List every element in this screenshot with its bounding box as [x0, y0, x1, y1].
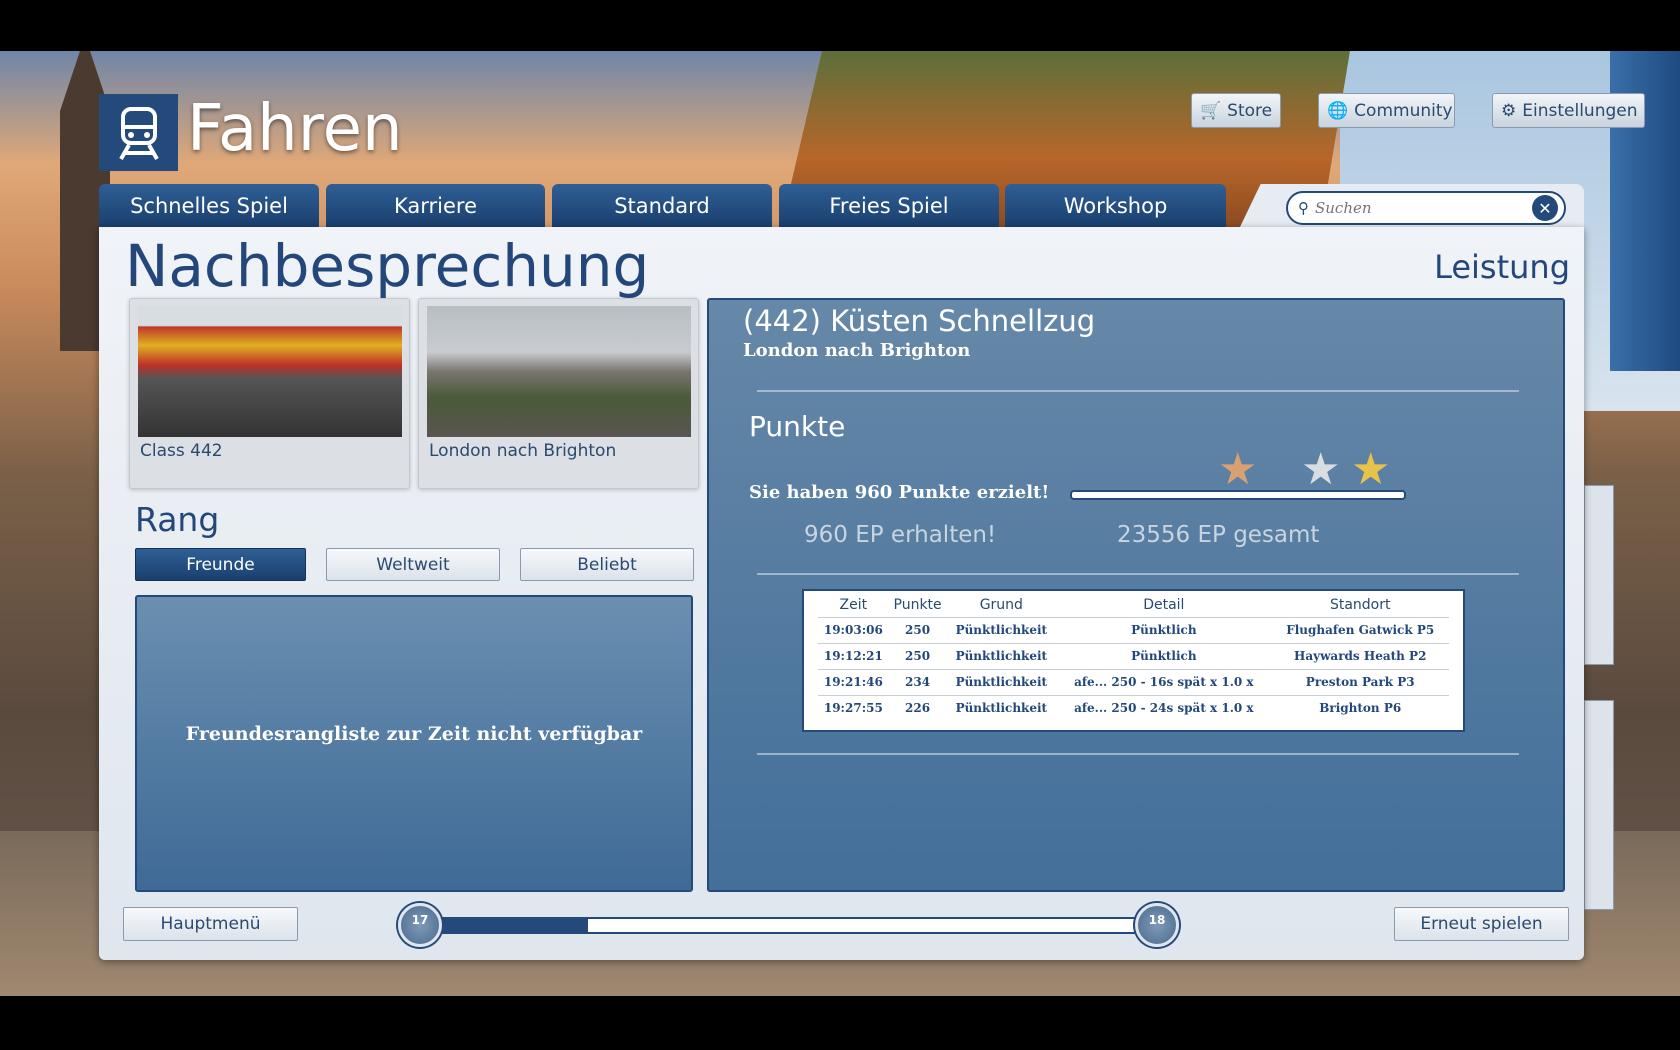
table-row: 19:03:06 250 Pünktlichkeit Pünktlich Flughaf…	[818, 616, 1449, 643]
level-progress-bar	[440, 917, 1137, 934]
table-cell: Pünktlich	[1056, 642, 1272, 669]
rank-friends-button[interactable]: Freunde	[135, 548, 306, 581]
table-cell: Preston Park P3	[1271, 668, 1449, 695]
settings-button[interactable]: ⚙ Einstellungen	[1492, 93, 1645, 128]
store-button[interactable]: 🛒 Store	[1191, 93, 1281, 128]
table-cell: 19:12:21	[818, 642, 889, 669]
col-header: Zeit	[839, 596, 868, 613]
rank-popular-button[interactable]: Beliebt	[520, 548, 694, 581]
col-header: Detail	[1143, 596, 1185, 613]
tab-workshop[interactable]: Workshop	[1005, 184, 1226, 227]
train-icon	[99, 94, 178, 171]
table-cell: Pünktlichkeit	[946, 642, 1057, 669]
table-cell: Flughafen Gatwick P5	[1271, 616, 1449, 643]
level-current-badge: 17	[398, 903, 442, 947]
tab-freies-spiel[interactable]: Freies Spiel	[779, 184, 999, 227]
replay-button[interactable]: Erneut spielen	[1394, 907, 1569, 941]
route-image	[427, 306, 691, 437]
silver-star-icon: ★	[1301, 444, 1341, 495]
search-icon: ⚲	[1298, 199, 1309, 217]
table-row: 19:21:46 234 Pünktlichkeit afe... 250 - 16s…	[818, 668, 1449, 695]
col-header: Standort	[1329, 596, 1391, 613]
table-row: 19:27:55 226 Pünktlichkeit afe... 250 - 24s…	[818, 694, 1449, 721]
train-card[interactable]: Class 442	[129, 298, 410, 489]
service-title: (442) Küsten Schnellzug	[743, 304, 1096, 338]
table-cell: Haywards Heath P2	[1271, 642, 1449, 669]
side-card-peek	[1584, 700, 1614, 910]
table-cell: afe... 250 - 24s spät x 1.0 x	[1056, 694, 1272, 721]
search-box: ⚲ ✕	[1286, 191, 1566, 225]
table-cell: Pünktlichkeit	[946, 694, 1057, 721]
table-cell: Pünktlichkeit	[946, 616, 1057, 643]
tab-schnelles-spiel[interactable]: Schnelles Spiel	[99, 184, 319, 227]
main-menu-button[interactable]: Hauptmenü	[123, 907, 298, 941]
table-cell: 234	[888, 668, 947, 695]
card-caption: London nach Brighton	[429, 441, 617, 461]
table-cell: 250	[888, 642, 947, 669]
table-row: 19:12:21 250 Pünktlichkeit Pünktlich Hayward…	[818, 642, 1449, 669]
clear-search-button[interactable]: ✕	[1532, 195, 1558, 221]
col-header: Punkte	[893, 596, 942, 613]
globe-icon: 🌐	[1327, 100, 1349, 121]
search-input[interactable]	[1315, 199, 1532, 217]
bronze-star-icon: ★	[1218, 444, 1258, 495]
points-table: Zeit Punkte Grund Detail Standort 19:03:…	[802, 589, 1465, 732]
table-cell: 19:21:46	[818, 668, 889, 695]
results-panel: (442) Küsten Schnellzug London nach Brig…	[707, 298, 1565, 892]
table-cell: 226	[888, 694, 947, 721]
level-next-badge: 18	[1135, 903, 1179, 947]
ep-earned: 960 EP erhalten!	[804, 522, 997, 548]
table-cell: 250	[888, 616, 947, 643]
gold-star-icon: ★	[1351, 444, 1391, 495]
rank-worldwide-button[interactable]: Weltweit	[326, 548, 500, 581]
train-image	[138, 306, 402, 437]
table-cell: 19:03:06	[818, 616, 889, 643]
ep-total: 23556 EP gesamt	[1117, 522, 1320, 548]
rank-title: Rang	[135, 500, 220, 539]
section-title: Leistung	[1434, 248, 1570, 286]
points-text: Sie haben 960 Punkte erzielt!	[749, 482, 1050, 503]
card-caption: Class 442	[140, 441, 223, 461]
divider	[757, 753, 1519, 755]
community-button[interactable]: 🌐 Community	[1318, 93, 1455, 128]
side-card-peek	[1584, 485, 1614, 665]
table-cell: afe... 250 - 16s spät x 1.0 x	[1056, 668, 1272, 695]
divider	[757, 573, 1519, 575]
tab-karriere[interactable]: Karriere	[326, 184, 545, 227]
table-cell: Pünktlichkeit	[946, 668, 1057, 695]
route-subtitle: London nach Brighton	[743, 340, 971, 361]
app-title: Fahren	[187, 92, 403, 166]
page-title: Nachbesprechung	[125, 232, 650, 300]
divider	[757, 390, 1519, 392]
leaderboard-message: Freundesrangliste zur Zeit nicht verfügb…	[185, 722, 643, 745]
col-header: Grund	[979, 596, 1023, 613]
table-cell: Pünktlich	[1056, 616, 1272, 643]
friends-leaderboard: Freundesrangliste zur Zeit nicht verfügb…	[135, 595, 693, 892]
cart-icon: 🛒	[1200, 100, 1222, 121]
points-title: Punkte	[749, 410, 846, 443]
tab-standard[interactable]: Standard	[552, 184, 772, 227]
gear-icon: ⚙	[1501, 100, 1517, 121]
level-progress-fill	[442, 919, 588, 932]
route-card[interactable]: London nach Brighton	[418, 298, 699, 489]
table-cell: 19:27:55	[818, 694, 889, 721]
table-cell: Brighton P6	[1271, 694, 1449, 721]
